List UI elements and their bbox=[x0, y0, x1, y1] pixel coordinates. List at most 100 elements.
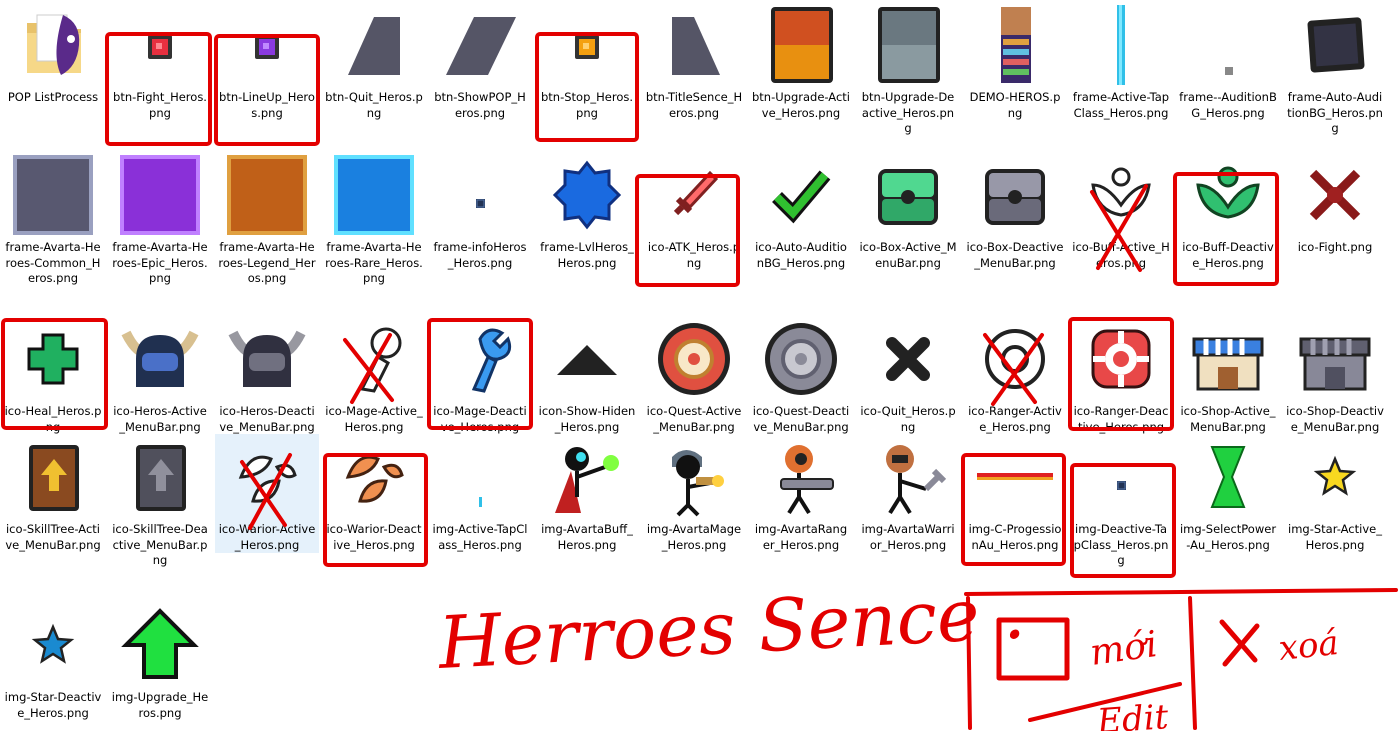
file-explorer-window: { "files": [ {"name":"POP ListProcess","… bbox=[0, 0, 1398, 731]
file-item[interactable]: ico-Buff-Deactive_Heros.png bbox=[1176, 152, 1280, 271]
file-item[interactable]: btn-TitleSence_Heros.png bbox=[642, 2, 746, 121]
file-name-label: img-AvartaBuff_Heros.png bbox=[541, 522, 633, 552]
gray-horned-helmet-icon bbox=[219, 316, 315, 402]
file-item[interactable]: ico-Warior-Active_Heros.png bbox=[215, 434, 319, 553]
file-name-label: ico-Ranger-Active_Heros.png bbox=[968, 404, 1062, 434]
file-item[interactable]: ico-Fight.png bbox=[1283, 152, 1387, 256]
file-item[interactable]: ico-Box-Deactive_MenuBar.png bbox=[963, 152, 1067, 271]
file-item[interactable]: ico-Auto-AuditionBG_Heros.png bbox=[749, 152, 853, 271]
file-item[interactable]: ico-SkillTree-Active_MenuBar.png bbox=[1, 434, 105, 553]
yellow-square-button-icon bbox=[539, 2, 635, 88]
file-item[interactable]: ico-Mage-Active_Heros.png bbox=[322, 316, 426, 435]
file-item[interactable]: frame-infoHeros_Heros.png bbox=[428, 152, 532, 271]
file-item[interactable]: frame--AuditionBG_Heros.png bbox=[1176, 2, 1280, 121]
file-item[interactable]: ico-Heal_Heros.png bbox=[1, 316, 105, 435]
x-mark-icon bbox=[860, 316, 956, 402]
file-item[interactable]: img-Upgrade_Heros.png bbox=[108, 602, 212, 721]
file-name-label: ico-Buff-Deactive_Heros.png bbox=[1182, 240, 1274, 270]
file-item[interactable]: frame-Avarta-Heroes-Legend_Heros.png bbox=[215, 152, 319, 287]
orange-card-icon bbox=[753, 2, 849, 88]
file-item[interactable]: btn-Upgrade-Deactive_Heros.png bbox=[856, 2, 960, 137]
file-name-label: btn-Stop_Heros.png bbox=[540, 90, 634, 120]
legend-panel-top bbox=[964, 588, 1398, 596]
notes-title: Herroes Sence . bbox=[434, 570, 1027, 685]
edit-label: Edit bbox=[1095, 697, 1170, 731]
file-name-label: img-Deactive-TapClass_Heros.png bbox=[1073, 522, 1169, 567]
stickman-warrior-icon bbox=[860, 434, 956, 520]
file-name-label: img-SelectPower-Au_Heros.png bbox=[1179, 522, 1277, 552]
file-item[interactable]: img-C-ProgessionAu_Heros.png bbox=[963, 434, 1067, 553]
file-item[interactable]: frame-Avarta-Heroes-Epic_Heros.png bbox=[108, 152, 212, 287]
file-item[interactable]: ico-Mage-Deactive_Heros.png bbox=[428, 316, 532, 435]
file-name-label: frame-Avarta-Heroes-Rare_Heros.png bbox=[325, 240, 423, 285]
file-item[interactable]: img-Star-Active_Heros.png bbox=[1283, 434, 1387, 553]
cyan-bar-icon bbox=[1073, 2, 1169, 88]
buff-wings-green-icon bbox=[1180, 152, 1276, 238]
file-item[interactable]: frame-Auto-AuditionBG_Heros.png bbox=[1283, 2, 1387, 137]
file-item[interactable]: img-SelectPower-Au_Heros.png bbox=[1176, 434, 1280, 553]
file-item[interactable]: POP ListProcess bbox=[1, 2, 105, 106]
file-item[interactable]: ico-ATK_Heros.png bbox=[642, 152, 746, 271]
file-item[interactable]: icon-Show-Hiden_Heros.png bbox=[535, 316, 639, 435]
file-item[interactable]: btn-Upgrade-Active_Heros.png bbox=[749, 2, 853, 121]
file-item[interactable]: ico-Shop-Active_MenuBar.png bbox=[1176, 316, 1280, 435]
file-item[interactable]: btn-Fight_Heros.png bbox=[108, 2, 212, 121]
red-target-icon bbox=[1073, 316, 1169, 402]
file-item[interactable]: ico-Warior-Deactive_Heros.png bbox=[322, 434, 426, 553]
file-name-label: btn-Fight_Heros.png bbox=[113, 90, 207, 120]
file-item[interactable]: ico-Heros-Deactive_MenuBar.png bbox=[215, 316, 319, 435]
file-item[interactable]: ico-Shop-Deactive_MenuBar.png bbox=[1283, 316, 1387, 435]
file-item[interactable]: btn-Quit_Heros.png bbox=[322, 2, 426, 121]
file-item[interactable]: img-Active-TapClass_Heros.png bbox=[428, 434, 532, 553]
legend-avatar-frame-icon bbox=[219, 152, 315, 238]
blue-badge-icon bbox=[539, 152, 635, 238]
file-item[interactable]: img-Star-Deactive_Heros.png bbox=[1, 602, 105, 721]
file-item[interactable]: ico-Heros-Active_MenuBar.png bbox=[108, 316, 212, 435]
epic-avatar-frame-icon bbox=[112, 152, 208, 238]
file-name-label: img-Star-Deactive_Heros.png bbox=[4, 690, 102, 720]
file-item[interactable]: frame-Avarta-Heroes-Common_Heros.png bbox=[1, 152, 105, 287]
new-edit-square-icon bbox=[996, 617, 1070, 681]
file-item[interactable]: ico-Ranger-Active_Heros.png bbox=[963, 316, 1067, 435]
orange-gauntlet-icon bbox=[326, 434, 422, 520]
file-item[interactable]: frame-Avarta-Heroes-Rare_Heros.png bbox=[322, 152, 426, 287]
file-name-label: icon-Show-Hiden_Heros.png bbox=[538, 404, 636, 434]
file-item[interactable]: img-AvartaBuff_Heros.png bbox=[535, 434, 639, 553]
file-item[interactable]: btn-Stop_Heros.png bbox=[535, 2, 639, 121]
file-item[interactable]: btn-LineUp_Heros.png bbox=[215, 2, 319, 121]
file-item[interactable]: img-Deactive-TapClass_Heros.png bbox=[1069, 434, 1173, 569]
file-item[interactable]: ico-Buff-Active_Heros.png bbox=[1069, 152, 1173, 271]
file-item[interactable]: ico-SkillTree-Deactive_MenuBar.png bbox=[108, 434, 212, 569]
file-item[interactable]: img-AvartaWarrior_Heros.png bbox=[856, 434, 960, 553]
file-name-label: frame-Active-TapClass_Heros.png bbox=[1072, 90, 1170, 120]
file-item[interactable]: btn-ShowPOP_Heros.png bbox=[428, 2, 532, 121]
blue-wrench-icon bbox=[432, 316, 528, 402]
mage-outline-icon bbox=[326, 316, 422, 402]
file-name-label: ico-Heros-Deactive_MenuBar.png bbox=[219, 404, 315, 434]
purple-square-button-icon bbox=[219, 2, 315, 88]
file-name-label: ico-Shop-Deactive_MenuBar.png bbox=[1286, 404, 1384, 434]
file-item[interactable]: ico-Ranger-Deactive_Heros.png bbox=[1069, 316, 1173, 435]
stickman-buff-icon bbox=[539, 434, 635, 520]
file-name-label: ico-Mage-Deactive_Heros.png bbox=[433, 404, 527, 434]
file-item[interactable]: frame-Active-TapClass_Heros.png bbox=[1069, 2, 1173, 121]
gray-quest-medal-icon bbox=[753, 316, 849, 402]
stickman-mage-icon bbox=[646, 434, 742, 520]
file-name-label: btn-Upgrade-Active_Heros.png bbox=[752, 90, 851, 120]
file-name-label: ico-Shop-Active_MenuBar.png bbox=[1180, 404, 1276, 434]
file-name-label: btn-Upgrade-Deactive_Heros.png bbox=[861, 90, 955, 135]
tiny-navy-square-icon bbox=[1073, 434, 1169, 520]
warrior-outline-icon bbox=[219, 434, 315, 520]
file-item[interactable]: DEMO-HEROS.png bbox=[963, 2, 1067, 121]
file-item[interactable]: ico-Quest-Active_MenuBar.png bbox=[642, 316, 746, 435]
red-quest-medal-icon bbox=[646, 316, 742, 402]
game-screenshot-icon bbox=[967, 2, 1063, 88]
file-item[interactable]: img-AvartaMage_Heros.png bbox=[642, 434, 746, 553]
file-item[interactable]: frame-LvlHeros_Heros.png bbox=[535, 152, 639, 271]
buff-wings-outline-icon bbox=[1073, 152, 1169, 238]
file-item[interactable]: img-AvartaRanger_Heros.png bbox=[749, 434, 853, 553]
file-item[interactable]: ico-Quit_Heros.png bbox=[856, 316, 960, 435]
file-item[interactable]: ico-Box-Active_MenuBar.png bbox=[856, 152, 960, 271]
file-name-label: frame-Auto-AuditionBG_Heros.png bbox=[1287, 90, 1383, 135]
file-item[interactable]: ico-Quest-Deactive_MenuBar.png bbox=[749, 316, 853, 435]
